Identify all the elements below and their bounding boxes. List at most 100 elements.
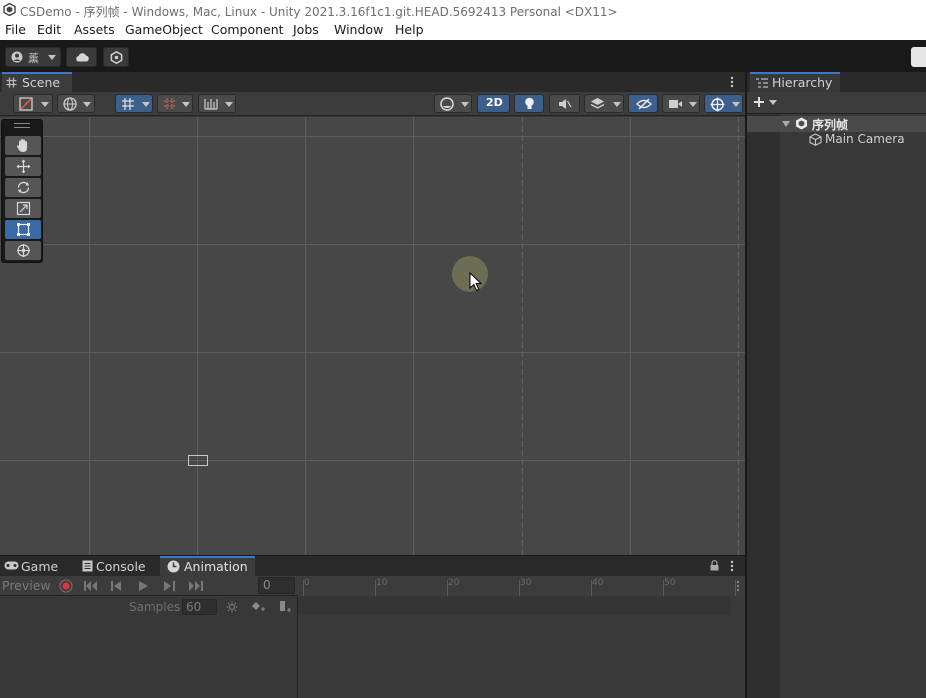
effects-dropdown[interactable] [584,94,624,113]
chevron-down-icon [182,102,190,107]
hierarchy-toolbar [747,92,926,114]
kebab-menu-icon[interactable] [729,560,735,572]
cloud-icon [76,53,89,62]
gizmo-icon [710,97,725,112]
scene-toolbar: 2D [0,92,745,116]
add-event-icon[interactable] [279,600,293,614]
collab-button[interactable] [103,47,129,67]
play-icon[interactable] [139,581,148,591]
plus-icon [754,97,764,107]
draw-mode-dropdown[interactable] [13,94,53,113]
grid-snap-icon [122,98,134,110]
camera-overlay-dropdown[interactable] [434,94,472,113]
tab-animation[interactable]: Animation [160,556,255,576]
cloud-button[interactable] [66,47,97,67]
scene-camera-dropdown[interactable] [662,94,700,113]
toggle-2d-button[interactable]: 2D [477,94,510,113]
main-toolbar: 薰 [0,40,926,72]
rotate-tool-button[interactable] [5,178,41,197]
scale-tool-button[interactable] [5,199,41,218]
previous-keyframe-icon[interactable] [111,581,122,591]
transform-tool-button[interactable] [5,241,41,260]
animation-panel: Game Console Animation Preview 0 0 10 20… [0,556,745,698]
hand-tool-button[interactable] [5,136,41,155]
event-lane[interactable] [298,597,731,615]
console-icon [82,560,93,572]
add-keyframe-icon[interactable] [251,601,265,613]
snap-sun-icon[interactable] [226,601,238,613]
rect-tool-button[interactable] [5,220,41,239]
tab-scene[interactable]: Scene [2,72,72,92]
frame-input[interactable]: 0 [258,577,295,594]
account-dropdown[interactable]: 薰 [5,47,61,67]
menu-edit[interactable]: Edit [37,22,61,37]
last-keyframe-icon[interactable] [189,581,203,591]
unity-scene-icon [796,117,807,130]
layers-icon [590,98,605,109]
first-keyframe-icon[interactable] [84,581,98,591]
samples-input[interactable]: 60 [182,599,217,615]
timeline-ruler[interactable]: 0 10 20 30 40 50 [298,576,745,596]
ruler-tick-label: 30 [520,578,532,588]
gizmos-dropdown[interactable] [704,94,743,113]
menu-help[interactable]: Help [395,22,424,37]
ruler-tick-label: 40 [592,578,604,588]
menu-jobs[interactable]: Jobs [293,22,319,37]
account-label: 薰 [28,52,39,65]
shaded-mode-icon [19,97,33,111]
account-icon [11,51,23,63]
render-mode-dropdown[interactable] [57,94,95,113]
frame-value: 0 [263,578,271,592]
scene-visibility-toggle[interactable] [628,94,658,113]
hierarchy-tree: 序列帧 Main Camera [747,114,926,698]
ruler-dropdown[interactable] [198,94,236,113]
tab-game-label: Game [21,559,59,574]
tab-animation-label: Animation [184,559,248,574]
collab-icon [110,51,123,64]
menu-window[interactable]: Window [334,22,383,37]
chevron-down-icon [689,102,697,107]
lighting-toggle[interactable] [514,94,544,113]
move-tool-button[interactable] [5,157,41,176]
next-keyframe-icon[interactable] [164,581,175,591]
lock-icon[interactable] [710,560,719,571]
hierarchy-item-main-camera[interactable]: Main Camera [747,132,926,148]
increment-snap-toggle[interactable] [157,94,193,113]
menu-file[interactable]: File [5,22,26,37]
expand-arrow-icon[interactable] [782,121,790,127]
grid-snap-toggle[interactable] [115,94,153,113]
chevron-down-icon [48,55,56,60]
kebab-menu-icon[interactable] [729,76,735,88]
animation-timeline-pane[interactable] [298,597,745,698]
menu-component[interactable]: Component [211,22,284,37]
hierarchy-item-label: Main Camera [825,132,905,146]
record-icon[interactable] [59,579,73,593]
menu-assets[interactable]: Assets [74,22,115,37]
window-title: CSDemo - 序列帧 - Windows, Mac, Linux - Uni… [20,5,618,19]
animation-properties-pane: Samples 60 [0,597,298,698]
scene-viewport[interactable] [0,117,745,555]
audio-toggle[interactable] [549,94,580,113]
ruler-icon [204,99,218,110]
tab-hierarchy[interactable]: Hierarchy [750,72,840,92]
hand-icon [16,139,27,152]
layers-dropdown[interactable] [911,47,926,67]
chevron-down-icon [732,102,740,107]
grid-hash-icon [6,77,17,88]
list-icon [756,78,768,88]
drag-handle-icon[interactable] [14,123,30,128]
scene-tab-strip [0,72,745,92]
video-camera-icon [669,100,682,108]
camera-bounds-marker[interactable] [188,455,208,466]
tab-game[interactable]: Game [0,556,76,576]
menu-gameobject[interactable]: GameObject [125,22,203,37]
create-dropdown[interactable] [753,95,779,111]
tab-console[interactable]: Console [78,556,158,576]
ruler-tick-label: 50 [664,578,676,588]
preview-toggle[interactable]: Preview [2,578,51,593]
tab-console-label: Console [96,559,146,574]
kebab-menu-icon[interactable] [735,580,741,592]
hierarchy-scene-row[interactable]: 序列帧 [747,116,926,132]
chevron-down-icon [142,102,150,107]
samples-label: Samples [129,600,181,614]
